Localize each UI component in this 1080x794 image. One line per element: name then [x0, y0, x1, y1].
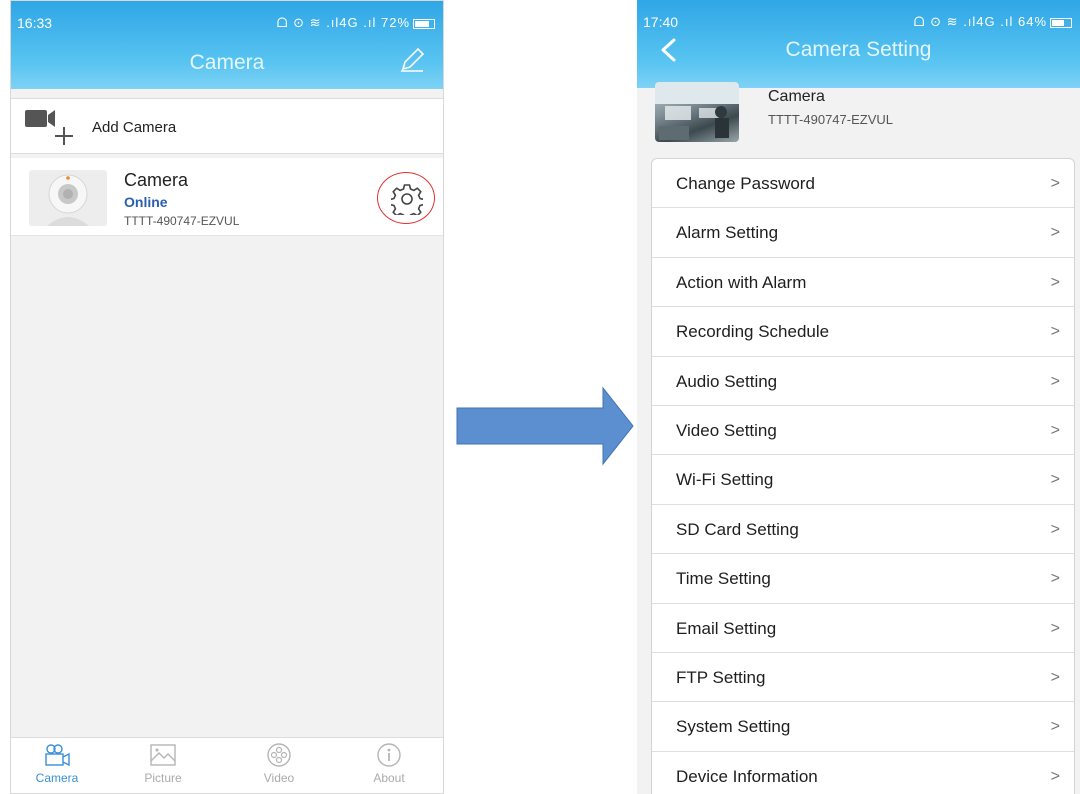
settings-menu-item-label: System Setting [676, 717, 791, 737]
bottom-tab-bar: Camera Picture Video About [11, 737, 443, 793]
status-time: 17:40 [643, 14, 679, 30]
settings-menu-item[interactable]: FTP Setting > [652, 653, 1074, 703]
settings-menu-item-label: Recording Schedule [676, 322, 830, 342]
camera-thumbnail [29, 170, 107, 226]
tab-video-label: Video [263, 771, 295, 785]
settings-menu-item[interactable]: System Setting > [652, 702, 1074, 752]
chevron-right-icon: > [1050, 619, 1060, 637]
add-camera-label: Add Camera [92, 119, 177, 136]
tab-about[interactable]: About [349, 742, 429, 785]
settings-menu-item-label: Action with Alarm [676, 272, 807, 292]
snapshot-image [655, 82, 739, 140]
chevron-right-icon: > [1050, 718, 1060, 736]
settings-menu-item[interactable]: Video Setting > [652, 406, 1074, 456]
settings-menu-item-label: FTP Setting [676, 667, 766, 687]
settings-menu-item[interactable]: Alarm Setting > [652, 208, 1074, 258]
video-tab-icon [267, 743, 291, 767]
chevron-right-icon: > [1050, 421, 1060, 439]
settings-menu-item[interactable]: Change Password > [652, 159, 1074, 209]
status-time: 16:33 [17, 15, 53, 31]
settings-menu-item-label: Change Password [676, 174, 815, 193]
chevron-right-icon: > [1050, 668, 1060, 686]
settings-menu-item[interactable]: Email Setting > [652, 604, 1074, 653]
status-bar: 17:40 ᗝ ⊙ ≋ .ıl4G .ıl 64% [637, 0, 1080, 42]
add-camera-icon [25, 110, 73, 145]
settings-menu-item-label: SD Card Setting [676, 519, 799, 539]
tab-video[interactable]: Video [239, 742, 319, 785]
status-icons-text: ᗝ ⊙ ≋ .ıl4G .ıl 64% [913, 14, 1047, 29]
settings-menu-item-label: Email Setting [676, 618, 777, 638]
status-icons: ᗝ ⊙ ≋ .ıl4G .ıl 64% [914, 14, 1072, 30]
battery-icon [1050, 17, 1072, 28]
chevron-right-icon: > [1050, 767, 1060, 785]
camera-setting-screen: 17:40 ᗝ ⊙ ≋ .ıl4G .ıl 64% Camera Setting… [637, 0, 1080, 794]
settings-menu: Change Password > Alarm Setting > Action wit… [651, 158, 1075, 794]
device-uid: TTTT-490747-EZVUL [768, 112, 893, 127]
settings-menu-item[interactable]: Recording Schedule > [652, 307, 1074, 357]
chevron-right-icon: > [1050, 372, 1060, 390]
camera-uid: TTTT-490747-EZVUL [124, 214, 240, 228]
status-icons-text: ᗝ ⊙ ≋ .ıl4G .ıl 72% [276, 15, 410, 30]
picture-tab-icon [150, 744, 176, 766]
chevron-right-icon: > [1050, 471, 1060, 489]
settings-menu-item[interactable]: Action with Alarm > [652, 258, 1074, 308]
chevron-right-icon: > [1050, 520, 1060, 538]
camera-list-header: 16:33 ᗝ ⊙ ≋ .ıl4G .ıl 72% Camera [11, 1, 443, 89]
camera-status: Online [124, 194, 168, 210]
page-title: Camera [189, 51, 265, 74]
settings-menu-item[interactable]: Time Setting > [652, 554, 1074, 604]
chevron-right-icon: > [1050, 224, 1060, 242]
edit-pencil-icon[interactable] [399, 47, 425, 73]
tab-camera-label: Camera [35, 771, 79, 785]
settings-menu-item[interactable]: Wi-Fi Setting > [652, 455, 1074, 505]
flow-arrow-icon [456, 386, 634, 466]
chevron-right-icon: > [1050, 273, 1060, 291]
settings-menu-item-label: Wi-Fi Setting [676, 470, 774, 490]
camera-name: Camera [124, 170, 189, 190]
device-name: Camera [768, 88, 825, 105]
camera-setting-header: 17:40 ᗝ ⊙ ≋ .ıl4G .ıl 64% Camera Setting [637, 0, 1080, 88]
settings-menu-item[interactable]: Device Information > [652, 752, 1074, 794]
camera-settings-button[interactable] [377, 172, 435, 224]
tab-about-label: About [373, 771, 405, 785]
camera-list-screen: 16:33 ᗝ ⊙ ≋ .ıl4G .ıl 72% Camera Add Cam… [10, 0, 444, 794]
settings-menu-item[interactable]: Audio Setting > [652, 357, 1074, 406]
camera-list-item[interactable]: Camera Online TTTT-490747-EZVUL [11, 158, 443, 236]
gear-icon [391, 184, 423, 215]
status-bar: 16:33 ᗝ ⊙ ≋ .ıl4G .ıl 72% [11, 1, 443, 43]
status-icons: ᗝ ⊙ ≋ .ıl4G .ıl 72% [277, 15, 435, 31]
device-header: Camera TTTT-490747-EZVUL [637, 78, 1080, 156]
settings-menu-item-label: Device Information [676, 766, 818, 786]
settings-menu-item-label: Time Setting [676, 569, 771, 589]
tab-picture[interactable]: Picture [123, 742, 203, 785]
webcam-placeholder-icon [47, 174, 89, 226]
settings-menu-item-label: Audio Setting [676, 371, 778, 391]
page-title: Camera Setting [785, 38, 932, 61]
tab-camera[interactable]: Camera [17, 742, 97, 785]
chevron-right-icon: > [1050, 323, 1060, 341]
settings-menu-item[interactable]: SD Card Setting > [652, 505, 1074, 555]
settings-menu-item-label: Alarm Setting [676, 223, 779, 243]
camera-tab-icon [45, 744, 70, 767]
add-camera-row[interactable]: Add Camera [11, 98, 443, 154]
tab-picture-label: Picture [144, 771, 182, 785]
battery-icon [413, 18, 435, 29]
device-snapshot [655, 82, 739, 142]
chevron-right-icon: > [1050, 570, 1060, 588]
chevron-right-icon: > [1050, 175, 1060, 192]
about-tab-icon [377, 743, 401, 767]
settings-menu-item-label: Video Setting [676, 420, 777, 440]
